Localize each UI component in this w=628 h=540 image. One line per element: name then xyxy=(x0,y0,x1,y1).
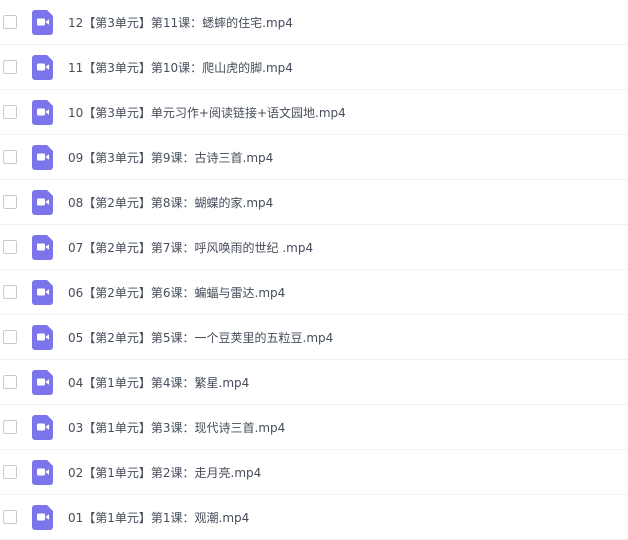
file-name[interactable]: 07【第2单元】第7课：呼风唤雨的世纪 .mp4 xyxy=(68,239,313,256)
file-name[interactable]: 10【第3单元】单元习作+阅读链接+语文园地.mp4 xyxy=(68,104,346,121)
file-checkbox[interactable] xyxy=(3,465,17,479)
file-checkbox[interactable] xyxy=(3,330,17,344)
file-checkbox[interactable] xyxy=(3,285,17,299)
file-checkbox[interactable] xyxy=(3,150,17,164)
file-row[interactable]: 08【第2单元】第8课：蝴蝶的家.mp4 xyxy=(0,180,628,225)
file-checkbox[interactable] xyxy=(3,60,17,74)
file-checkbox[interactable] xyxy=(3,195,17,209)
file-name[interactable]: 02【第1单元】第2课：走月亮.mp4 xyxy=(68,464,261,481)
file-checkbox[interactable] xyxy=(3,375,17,389)
file-list: 12【第3单元】第11课：蟋蟀的住宅.mp4 11【第3单元】第10课：爬山虎的脚… xyxy=(0,0,628,540)
file-name[interactable]: 11【第3单元】第10课：爬山虎的脚.mp4 xyxy=(68,59,293,76)
file-row[interactable]: 02【第1单元】第2课：走月亮.mp4 xyxy=(0,450,628,495)
file-row[interactable]: 06【第2单元】第6课：蝙蝠与雷达.mp4 xyxy=(0,270,628,315)
file-name[interactable]: 04【第1单元】第4课：繁星.mp4 xyxy=(68,374,249,391)
video-file-icon xyxy=(32,324,53,350)
video-file-icon xyxy=(32,144,53,170)
file-row[interactable]: 03【第1单元】第3课：现代诗三首.mp4 xyxy=(0,405,628,450)
file-row[interactable]: 12【第3单元】第11课：蟋蟀的住宅.mp4 xyxy=(0,0,628,45)
video-file-icon xyxy=(32,414,53,440)
file-checkbox[interactable] xyxy=(3,420,17,434)
video-file-icon xyxy=(32,189,53,215)
file-row[interactable]: 04【第1单元】第4课：繁星.mp4 xyxy=(0,360,628,405)
file-checkbox[interactable] xyxy=(3,240,17,254)
file-name[interactable]: 08【第2单元】第8课：蝴蝶的家.mp4 xyxy=(68,194,273,211)
video-file-icon xyxy=(32,99,53,125)
file-row[interactable]: 05【第2单元】第5课：一个豆荚里的五粒豆.mp4 xyxy=(0,315,628,360)
video-file-icon xyxy=(32,9,53,35)
video-file-icon xyxy=(32,54,53,80)
file-row[interactable]: 10【第3单元】单元习作+阅读链接+语文园地.mp4 xyxy=(0,90,628,135)
file-name[interactable]: 01【第1单元】第1课：观潮.mp4 xyxy=(68,509,249,526)
video-file-icon xyxy=(32,369,53,395)
video-file-icon xyxy=(32,459,53,485)
file-row[interactable]: 11【第3单元】第10课：爬山虎的脚.mp4 xyxy=(0,45,628,90)
file-row[interactable]: 07【第2单元】第7课：呼风唤雨的世纪 .mp4 xyxy=(0,225,628,270)
file-checkbox[interactable] xyxy=(3,105,17,119)
file-name[interactable]: 06【第2单元】第6课：蝙蝠与雷达.mp4 xyxy=(68,284,285,301)
file-name[interactable]: 12【第3单元】第11课：蟋蟀的住宅.mp4 xyxy=(68,14,293,31)
file-name[interactable]: 03【第1单元】第3课：现代诗三首.mp4 xyxy=(68,419,285,436)
video-file-icon xyxy=(32,279,53,305)
file-row[interactable]: 09【第3单元】第9课：古诗三首.mp4 xyxy=(0,135,628,180)
file-name[interactable]: 09【第3单元】第9课：古诗三首.mp4 xyxy=(68,149,273,166)
file-checkbox[interactable] xyxy=(3,510,17,524)
video-file-icon xyxy=(32,234,53,260)
file-checkbox[interactable] xyxy=(3,15,17,29)
file-row[interactable]: 01【第1单元】第1课：观潮.mp4 xyxy=(0,495,628,540)
file-name[interactable]: 05【第2单元】第5课：一个豆荚里的五粒豆.mp4 xyxy=(68,329,333,346)
video-file-icon xyxy=(32,504,53,530)
